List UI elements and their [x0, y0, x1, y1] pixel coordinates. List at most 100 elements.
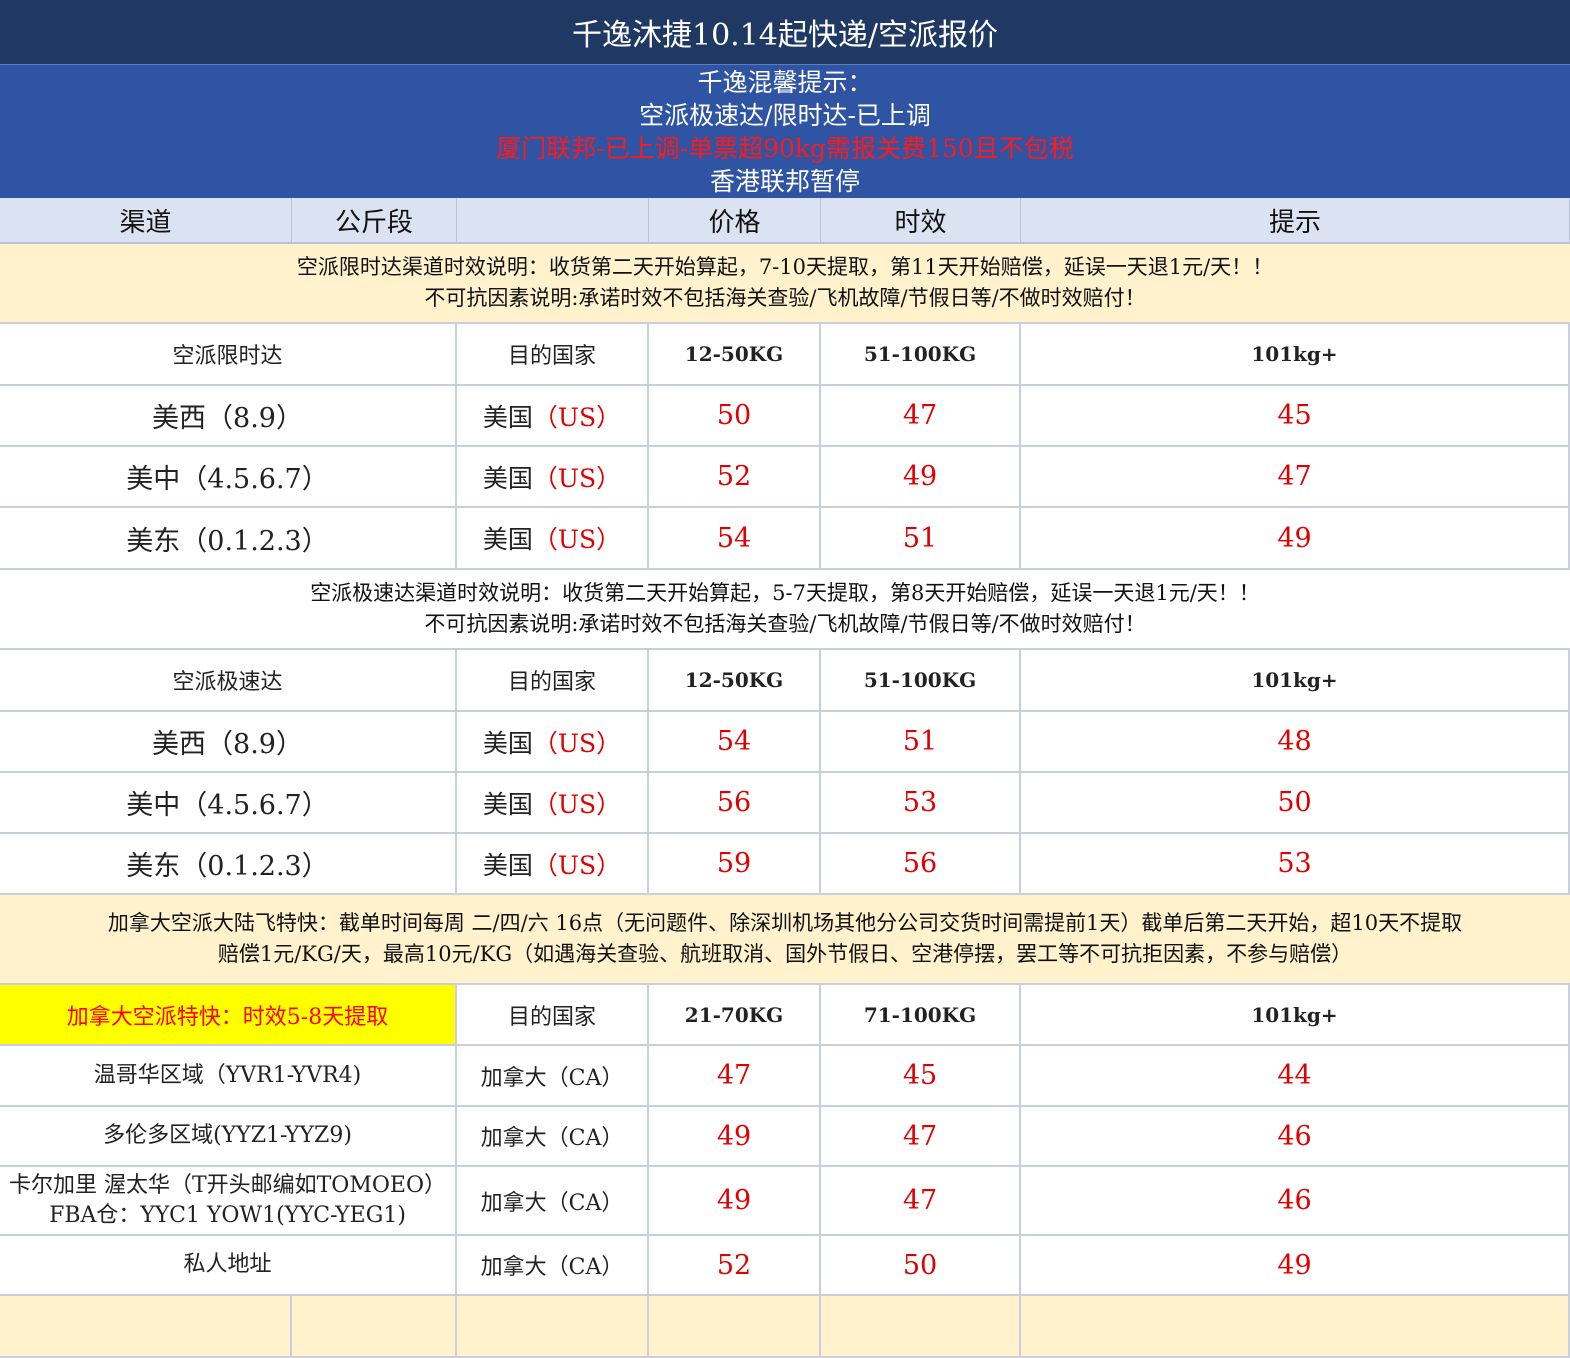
- subheader-label: 空派限时达: [172, 344, 283, 369]
- empty-cell: [821, 1296, 1021, 1358]
- subheader-label: 71-100KG: [863, 1002, 977, 1027]
- price-tier-3: 49: [1021, 1236, 1570, 1296]
- country-name: 美国: [482, 525, 533, 554]
- subheader-range-1: 21-70KG: [649, 985, 821, 1046]
- subheader-range-2: 51-100KG: [821, 650, 1021, 712]
- subheader-label: 目的国家: [507, 1004, 596, 1030]
- subheader-label: 101kg+: [1251, 342, 1338, 366]
- header-tips: 提示: [1021, 198, 1570, 244]
- country-code: （US）: [532, 525, 622, 554]
- price-tier-1: 49: [649, 1107, 821, 1167]
- page-title: 千逸沐捷10.14起快递/空派报价: [0, 0, 1570, 64]
- price-tier-2: 50: [821, 1236, 1021, 1296]
- price-value: 48: [1277, 726, 1312, 757]
- route-name-text: 私人地址: [183, 1252, 272, 1277]
- country-name: 加拿大（CA）: [480, 1255, 624, 1280]
- price-tier-1: 47: [649, 1046, 821, 1107]
- price-value: 50: [716, 400, 752, 431]
- route-name-text: 美西（8.9）: [152, 403, 303, 434]
- destination-country: 美国 （US）: [457, 712, 649, 773]
- price-value: 47: [902, 1120, 938, 1152]
- country-name: 加拿大（CA）: [480, 1190, 624, 1216]
- header-blank: [457, 198, 649, 244]
- country-code: （US）: [532, 728, 622, 758]
- price-value: 51: [902, 726, 938, 757]
- price-value: 53: [902, 787, 938, 818]
- price-value: 54: [716, 726, 752, 757]
- country-name: 加拿大（CA）: [480, 1065, 624, 1091]
- route-name-text: 卡尔加里 渥太华（T开头邮编如TOMOEO）: [8, 1172, 447, 1198]
- route-name-text: 美东（0.1.2.3）: [126, 525, 329, 557]
- header-price: 价格: [649, 198, 821, 244]
- price-tier-1: 54: [649, 508, 821, 570]
- subheader-range-3: 101kg+: [1021, 985, 1570, 1046]
- price-tier-3: 44: [1021, 1046, 1570, 1107]
- header-weight-label: 公斤段: [334, 207, 413, 238]
- country-code: （US）: [532, 463, 622, 493]
- price-value: 53: [1277, 848, 1312, 879]
- price-sheet: 千逸沐捷10.14起快递/空派报价 千逸混馨提示： 空派极速达/限时达-已上调 …: [0, 0, 1570, 1358]
- subheader-label: 空派极速达: [172, 670, 283, 695]
- empty-cell: [1021, 1296, 1570, 1358]
- price-value: 51: [902, 522, 938, 554]
- destination-country: 美国 （US）: [457, 447, 649, 508]
- price-value: 45: [1277, 400, 1312, 431]
- destination-country: 加拿大（CA）: [457, 1107, 649, 1167]
- country-name: 加拿大（CA）: [480, 1126, 624, 1151]
- price-value: 47: [902, 400, 938, 431]
- country-name: 美国: [482, 789, 533, 819]
- price-tier-1: 54: [649, 712, 821, 773]
- subheader-label: 12-50KG: [684, 342, 784, 366]
- destination-country: 美国 （US）: [457, 508, 649, 570]
- price-tier-3: 48: [1021, 712, 1570, 773]
- section-note: 加拿大空派大陆飞特快：截单时间每周 二/四/六 16点（无问题件、除深圳机场其他…: [0, 895, 1570, 985]
- route-name: 美西（8.9）: [0, 386, 457, 447]
- price-tier-2: 49: [821, 447, 1021, 508]
- notice-line-4: 香港联邦暂停: [709, 166, 860, 196]
- route-name-text: 美中（4.5.6.7）: [126, 790, 329, 821]
- price-value: 54: [716, 522, 752, 554]
- price-tier-1: 49: [649, 1167, 821, 1236]
- note-line: 加拿大空派大陆飞特快：截单时间每周 二/四/六 16点（无问题件、除深圳机场其他…: [107, 911, 1463, 935]
- route-name: 温哥华区域（YVR1-YVR4): [0, 1046, 457, 1107]
- route-name: 美中（4.5.6.7）: [0, 773, 457, 834]
- destination-country: 美国 （US）: [457, 773, 649, 834]
- price-value: 49: [1277, 522, 1312, 554]
- price-tier-1: 50: [649, 386, 821, 447]
- price-tier-2: 51: [821, 712, 1021, 773]
- price-tier-3: 50: [1021, 773, 1570, 834]
- subheader-label: 101kg+: [1251, 668, 1338, 692]
- price-tier-2: 53: [821, 773, 1021, 834]
- country-code: （US）: [532, 402, 622, 432]
- notice-line-3: 厦门联邦-已上调-单票超90kg需报关费150且不包税: [496, 133, 1074, 163]
- subheader-label: 101kg+: [1251, 1002, 1338, 1027]
- route-name: 卡尔加里 渥太华（T开头邮编如TOMOEO） FBA仓：YYC1 YOW1(YY…: [0, 1167, 457, 1236]
- price-value: 44: [1277, 1060, 1312, 1091]
- price-value: 50: [902, 1249, 938, 1281]
- country-code: （US）: [532, 850, 622, 880]
- note-line: 赔偿1元/KG/天，最高10元/KG（如遇海关查验、航班取消、国外节假日、空港停…: [217, 942, 1353, 966]
- price-tier-3: 47: [1021, 447, 1570, 508]
- price-value: 49: [716, 1185, 752, 1216]
- price-value: 50: [1277, 787, 1312, 818]
- route-name: 美东（0.1.2.3）: [0, 508, 457, 570]
- price-value: 49: [716, 1120, 752, 1152]
- price-value: 52: [716, 461, 752, 492]
- notice-line-2: 空派极速达/限时达-已上调: [639, 100, 931, 130]
- note-line: 空派限时达渠道时效说明：收货第二天开始算起，7-10天提取，第11天开始赔偿，延…: [296, 255, 1274, 279]
- section-note: 空派限时达渠道时效说明：收货第二天开始算起，7-10天提取，第11天开始赔偿，延…: [0, 244, 1570, 324]
- subheader-range-2: 51-100KG: [821, 324, 1021, 386]
- subheader-label: 加拿大空派特快：时效5-8天提取: [66, 1004, 389, 1030]
- header-tips-label: 提示: [1268, 207, 1321, 238]
- empty-cell: [0, 1296, 292, 1358]
- route-name: 多伦多区域(YYZ1-YYZ9): [0, 1107, 457, 1167]
- subheader-country: 目的国家: [457, 985, 649, 1046]
- price-tier-3: 53: [1021, 834, 1570, 895]
- price-value: 47: [902, 1185, 938, 1216]
- route-name-text: 美中（4.5.6.7）: [126, 464, 329, 495]
- subheader-label: 51-100KG: [863, 342, 977, 366]
- subheader-range-3: 101kg+: [1021, 324, 1570, 386]
- country-code: （US）: [532, 789, 622, 819]
- header-timeliness-label: 时效: [894, 207, 947, 238]
- header-weight: 公斤段: [292, 198, 457, 244]
